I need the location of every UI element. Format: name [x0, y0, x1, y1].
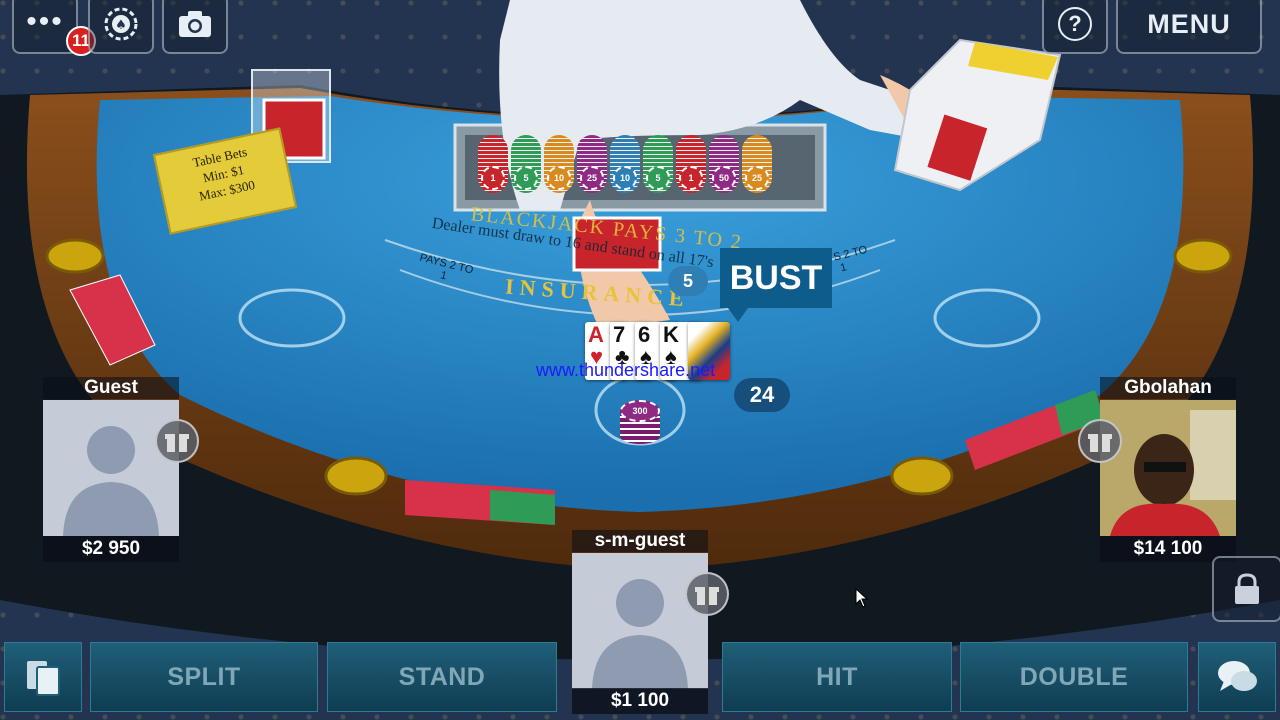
menu-button[interactable]: MENU — [1116, 0, 1262, 54]
mouse-cursor — [855, 588, 869, 608]
player-balance-s-m-guest: $1 100 — [572, 688, 708, 714]
more-options-button[interactable]: ••• 11 — [12, 0, 96, 56]
chat-icon — [1218, 661, 1257, 691]
rack-chip: 1 — [478, 135, 508, 193]
bust-text: BUST — [729, 259, 823, 297]
rack-chip-value: 25 — [580, 166, 604, 190]
player-name-guest: Guest — [43, 377, 179, 399]
player-score: 24 — [749, 382, 775, 407]
bet-chip-value: 300 — [632, 406, 648, 416]
hit-button[interactable]: HIT — [722, 642, 952, 712]
rack-chip-value: 10 — [613, 166, 637, 190]
rack-chip: 50 — [709, 135, 739, 193]
rack-chip: 5 — [511, 135, 541, 193]
gift-button-gbolahan[interactable] — [1078, 419, 1122, 463]
double-button[interactable]: DOUBLE — [960, 642, 1188, 712]
rack-chip-value: 5 — [646, 166, 670, 190]
lock-icon — [1235, 573, 1259, 604]
camera-button[interactable] — [162, 0, 228, 54]
dealer-score-bubble: 5 — [668, 266, 708, 296]
player-balance-guest: $2 950 — [43, 536, 179, 562]
rack-chip-value: 5 — [514, 166, 538, 190]
help-label: ? — [1068, 11, 1082, 36]
chat-button[interactable] — [1198, 642, 1276, 712]
rack-chip: 1 — [676, 135, 706, 193]
svg-text:♠: ♠ — [115, 18, 127, 33]
rack-chip: 5 — [643, 135, 673, 193]
rack-chip-value: 1 — [679, 166, 703, 190]
player-avatar-s-m-guest[interactable] — [572, 553, 708, 689]
dealer-score: 5 — [682, 271, 693, 291]
gift-icon — [165, 434, 189, 452]
lock-seat-button[interactable] — [1212, 556, 1280, 622]
watermark: www.thundershare.net — [536, 360, 716, 380]
help-icon: ? — [1058, 7, 1092, 41]
split-button[interactable]: SPLIT — [90, 642, 318, 712]
bust-label: BUST — [720, 248, 832, 322]
rack-chip-value: 50 — [712, 166, 736, 190]
poker-chip-icon: ♠ — [104, 7, 138, 41]
player-name-gbolahan: Gbolahan — [1100, 377, 1236, 399]
player-name-s-m-guest: s-m-guest — [572, 530, 708, 552]
player-photo — [1100, 400, 1236, 536]
rack-chip-value: 25 — [745, 166, 769, 190]
bet-chip-stack: 300 — [620, 400, 660, 444]
game-stage: 1 5 10 25 10 5 1 50 25 Table Bets Min: $1 Max: $… — [0, 0, 1280, 720]
gift-button-s-m-guest[interactable] — [685, 572, 729, 616]
player-avatar-guest[interactable] — [43, 400, 179, 536]
rack-chip: 25 — [577, 135, 607, 193]
rack-chip: 25 — [742, 135, 772, 193]
default-avatar-icon — [592, 579, 688, 689]
cards-icon — [27, 661, 60, 696]
gift-icon — [1088, 434, 1112, 452]
rack-chip: 10 — [610, 135, 640, 193]
help-button[interactable]: ? — [1042, 0, 1108, 54]
chat-history-button[interactable] — [4, 642, 82, 712]
menu-label: MENU — [1147, 8, 1231, 39]
player-score-bubble: 24 — [734, 378, 790, 412]
player-avatar-gbolahan[interactable] — [1100, 400, 1236, 536]
camera-icon — [179, 11, 211, 37]
rack-chip-value: 10 — [547, 166, 571, 190]
gift-icon — [695, 587, 719, 605]
stand-button[interactable]: STAND — [327, 642, 557, 712]
gift-button-guest[interactable] — [155, 419, 199, 463]
rack-chip: 10 — [544, 135, 574, 193]
more-dots-icon: ••• — [26, 5, 64, 38]
default-avatar-icon — [63, 426, 159, 536]
chip-settings-button[interactable]: ♠ — [88, 0, 154, 54]
rack-chip-value: 1 — [481, 166, 505, 190]
